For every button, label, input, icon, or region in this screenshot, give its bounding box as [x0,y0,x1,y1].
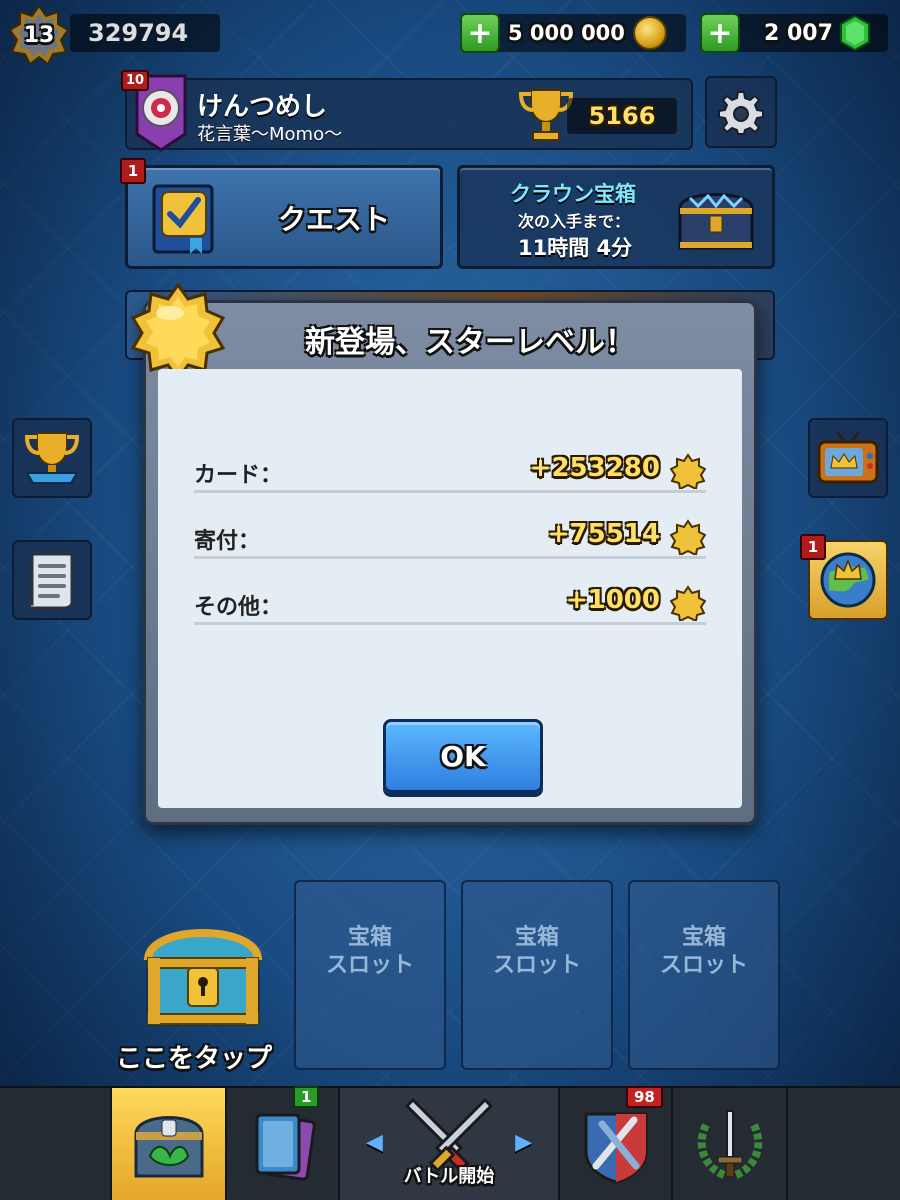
ok-button[interactable]: OK [383,719,543,793]
tv-royale-button[interactable] [808,418,888,498]
quest-book-icon [152,184,214,254]
trophy-road-icon [24,432,80,484]
battle-label: バトル開始 [403,1166,495,1187]
clan-level-badge: 10 [121,70,150,91]
crown-chest-subtitle: 次の入手まで： [518,212,631,231]
reward-label: 寄付： [194,529,261,554]
globe-icon [820,552,876,608]
nav-tab-clan[interactable]: 98 [560,1086,673,1200]
chest-slot[interactable]: 宝箱 スロット [628,880,780,1070]
trophy-count: 5166 [588,102,656,130]
reward-row-cards: カード： +253280 [194,453,706,493]
nav-tab-cards[interactable]: 1 [227,1086,340,1200]
player-name: けんつめし [197,92,328,122]
gem-counter: + 2 007 [700,13,888,53]
clan-name: 花言葉〜Momo〜 [197,124,343,145]
dialog-title: 新登場、スターレベル！ [305,325,635,360]
chest-slot[interactable]: 宝箱 スロット [294,880,446,1070]
nav-tab-battle[interactable]: ◀ ▶ バトル開始 [340,1088,560,1200]
level-number: 13 [23,22,55,48]
quest-button[interactable]: 1 クエスト [120,158,443,269]
scroll-icon [27,552,74,610]
nav-tab-shop[interactable] [112,1088,227,1200]
arrow-right-icon[interactable]: ▶ [515,1130,532,1155]
gem-icon [839,15,870,51]
gold-counter: + 5 000 000 [460,13,686,53]
gold-coin-icon [632,16,667,50]
arrow-left-icon[interactable]: ◀ [366,1130,383,1155]
reward-label: その他： [194,595,283,620]
experience-bar: 329794 [70,14,220,52]
clan-shield-icon [584,1112,647,1184]
tap-here-label: ここをタップ [116,1044,273,1074]
nav-right-edge[interactable] [788,1088,900,1200]
reward-row-other: その他： +1000 [194,585,706,625]
chest-slot-line1: 宝箱 [347,925,392,950]
gear-icon [718,91,764,135]
news-scroll-button[interactable] [12,540,92,620]
crown-chest-title: クラウン宝箱 [510,182,636,206]
quest-notification-badge: 1 [120,158,146,184]
crown-chest-panel[interactable]: クラウン宝箱 次の入手まで： 11時間 4分 [457,165,775,269]
star-point-icon [670,519,706,555]
reward-value: +253280 [529,453,660,483]
star-point-icon [670,453,706,489]
shop-chest-icon [134,1116,203,1178]
clan-badge: 98 [626,1086,663,1108]
buy-gold-button[interactable]: + [460,13,500,53]
experience-value: 329794 [88,19,189,47]
bottom-navigation: 1 ◀ ▶ バトル開始 98 [0,1086,900,1200]
chest-slot-line2: スロット [659,953,748,978]
nav-tab-tournament[interactable] [673,1088,788,1200]
settings-button[interactable] [705,76,777,148]
laurel-sword-icon [697,1110,762,1179]
crown-chest-icon [678,193,754,250]
reward-row-donations: 寄付： +75514 [194,519,706,559]
player-profile[interactable]: 10 けんつめし 花言葉〜Momo〜 5166 [121,70,693,152]
trophy-count-box: 5166 [567,98,677,134]
chest-slot-line2: スロット [325,953,414,978]
cards-icon [255,1113,316,1181]
free-chest-icon[interactable] [138,918,268,1030]
chest-slot[interactable]: 宝箱 スロット [461,880,613,1070]
reward-label: カード： [194,463,283,488]
star-level-dialog: 新登場、スターレベル！ カード： +253280 寄付： +75514 その他：… [130,282,757,825]
nav-shop-left-edge[interactable] [0,1088,112,1200]
crown-chest-timer: 11時間 4分 [518,236,633,260]
clan-wars-button[interactable]: 1 [800,534,888,620]
cards-badge: 1 [293,1086,320,1108]
chest-slot-line1: 宝箱 [681,925,726,950]
gold-value: 5 000 000 [508,21,625,45]
level-badge[interactable]: 13 [8,4,70,66]
gem-value: 2 007 [764,20,833,46]
chest-slot-line2: スロット [492,953,581,978]
buy-gems-button[interactable]: + [700,13,740,53]
reward-value: +1000 [565,585,660,615]
clan-wars-badge: 1 [800,534,826,560]
star-point-icon [670,585,706,621]
quest-label: クエスト [278,203,391,236]
reward-value: +75514 [547,519,660,549]
dialog-body: カード： +253280 寄付： +75514 その他： +1000 OK [158,369,742,808]
trophy-road-button[interactable] [12,418,92,498]
tv-icon [817,431,879,484]
chest-slot-line1: 宝箱 [514,925,559,950]
